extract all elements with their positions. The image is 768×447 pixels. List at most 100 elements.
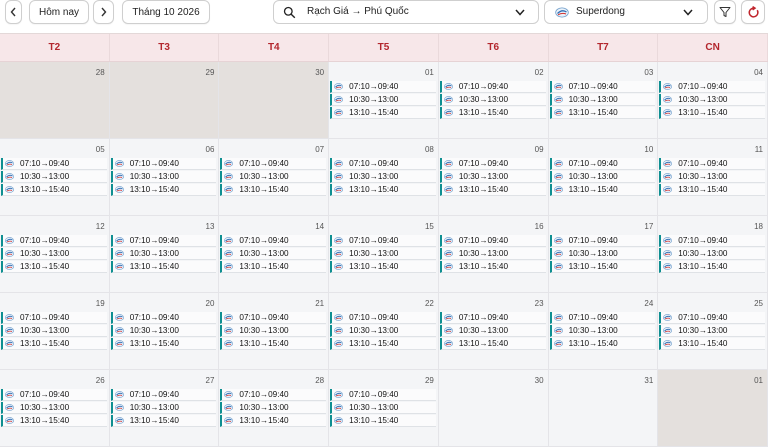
trip-item[interactable]: 10:30→13:00 <box>549 171 656 183</box>
trip-item[interactable]: 13:10→15:40 <box>110 184 217 196</box>
trip-item[interactable]: 13:10→15:40 <box>220 184 327 196</box>
trip-item[interactable]: 10:30→13:00 <box>439 325 546 337</box>
trip-item[interactable]: 07:10→09:40 <box>110 235 217 247</box>
day-cell[interactable]: 20 07:10→09:40 10:30→13:00 13:10→15:40 <box>109 293 220 370</box>
trip-item[interactable]: 07:10→09:40 <box>110 312 217 324</box>
trip-item[interactable]: 07:10→09:40 <box>659 235 765 247</box>
day-cell[interactable]: 11 07:10→09:40 10:30→13:00 13:10→15:40 <box>658 139 768 216</box>
trip-item[interactable]: 07:10→09:40 <box>1 158 107 170</box>
trip-item[interactable]: 10:30→13:00 <box>330 94 436 106</box>
day-cell[interactable]: 16 07:10→09:40 10:30→13:00 13:10→15:40 <box>438 216 549 293</box>
trip-item[interactable]: 10:30→13:00 <box>330 325 436 337</box>
day-cell[interactable]: 07 07:10→09:40 10:30→13:00 13:10→15:40 <box>219 139 330 216</box>
trip-item[interactable]: 10:30→13:00 <box>549 248 656 260</box>
trip-item[interactable]: 07:10→09:40 <box>439 81 546 93</box>
trip-item[interactable]: 07:10→09:40 <box>549 235 656 247</box>
day-cell[interactable]: 08 07:10→09:40 10:30→13:00 13:10→15:40 <box>329 139 439 216</box>
trip-item[interactable]: 13:10→15:40 <box>659 184 765 196</box>
operator-select[interactable]: Superdong <box>544 0 708 24</box>
trip-item[interactable]: 10:30→13:00 <box>549 325 656 337</box>
trip-item[interactable]: 13:10→15:40 <box>1 184 107 196</box>
filter-button[interactable] <box>714 0 736 24</box>
trip-item[interactable]: 13:10→15:40 <box>330 107 436 119</box>
trip-item[interactable]: 13:10→15:40 <box>439 184 546 196</box>
trip-item[interactable]: 07:10→09:40 <box>110 389 217 401</box>
day-cell[interactable]: 06 07:10→09:40 10:30→13:00 13:10→15:40 <box>109 139 220 216</box>
month-picker-button[interactable]: Tháng 10 2026 <box>122 0 210 24</box>
trip-item[interactable]: 13:10→15:40 <box>330 261 436 273</box>
trip-item[interactable]: 13:10→15:40 <box>330 184 436 196</box>
trip-item[interactable]: 07:10→09:40 <box>220 235 327 247</box>
trip-item[interactable]: 07:10→09:40 <box>659 312 765 324</box>
day-cell[interactable]: 25 07:10→09:40 10:30→13:00 13:10→15:40 <box>658 293 768 370</box>
day-cell[interactable]: 03 07:10→09:40 10:30→13:00 13:10→15:40 <box>548 62 659 139</box>
trip-item[interactable]: 13:10→15:40 <box>110 338 217 350</box>
trip-item[interactable]: 10:30→13:00 <box>659 325 765 337</box>
day-cell[interactable]: 31 <box>548 370 659 447</box>
trip-item[interactable]: 13:10→15:40 <box>439 261 546 273</box>
trip-item[interactable]: 10:30→13:00 <box>1 248 107 260</box>
trip-item[interactable]: 10:30→13:00 <box>110 248 217 260</box>
trip-item[interactable]: 13:10→15:40 <box>549 261 656 273</box>
trip-item[interactable]: 13:10→15:40 <box>659 338 765 350</box>
today-button[interactable]: Hôm nay <box>29 0 89 24</box>
trip-item[interactable]: 13:10→15:40 <box>439 338 546 350</box>
trip-item[interactable]: 10:30→13:00 <box>439 248 546 260</box>
trip-item[interactable]: 07:10→09:40 <box>549 81 656 93</box>
trip-item[interactable]: 13:10→15:40 <box>1 338 107 350</box>
day-cell[interactable]: 12 07:10→09:40 10:30→13:00 13:10→15:40 <box>0 216 110 293</box>
day-cell[interactable]: 02 07:10→09:40 10:30→13:00 13:10→15:40 <box>438 62 549 139</box>
trip-item[interactable]: 07:10→09:40 <box>330 81 436 93</box>
trip-item[interactable]: 10:30→13:00 <box>330 402 436 414</box>
trip-item[interactable]: 13:10→15:40 <box>220 261 327 273</box>
trip-item[interactable]: 07:10→09:40 <box>439 312 546 324</box>
trip-item[interactable]: 07:10→09:40 <box>659 81 765 93</box>
trip-item[interactable]: 10:30→13:00 <box>220 402 327 414</box>
day-cell[interactable]: 01 <box>658 370 768 447</box>
day-cell[interactable]: 28 <box>0 62 110 139</box>
trip-item[interactable]: 10:30→13:00 <box>220 171 327 183</box>
day-cell[interactable]: 05 07:10→09:40 10:30→13:00 13:10→15:40 <box>0 139 110 216</box>
trip-item[interactable]: 10:30→13:00 <box>110 325 217 337</box>
next-month-button[interactable] <box>93 0 114 24</box>
trip-item[interactable]: 07:10→09:40 <box>659 158 765 170</box>
trip-item[interactable]: 10:30→13:00 <box>439 171 546 183</box>
trip-item[interactable]: 13:10→15:40 <box>1 261 107 273</box>
trip-item[interactable]: 10:30→13:00 <box>659 171 765 183</box>
trip-item[interactable]: 13:10→15:40 <box>549 184 656 196</box>
day-cell[interactable]: 13 07:10→09:40 10:30→13:00 13:10→15:40 <box>109 216 220 293</box>
day-cell[interactable]: 01 07:10→09:40 10:30→13:00 13:10→15:40 <box>329 62 439 139</box>
trip-item[interactable]: 07:10→09:40 <box>330 312 436 324</box>
trip-item[interactable]: 10:30→13:00 <box>220 325 327 337</box>
day-cell[interactable]: 18 07:10→09:40 10:30→13:00 13:10→15:40 <box>658 216 768 293</box>
trip-item[interactable]: 10:30→13:00 <box>659 94 765 106</box>
refresh-button[interactable] <box>741 0 765 24</box>
trip-item[interactable]: 13:10→15:40 <box>659 261 765 273</box>
day-cell[interactable]: 19 07:10→09:40 10:30→13:00 13:10→15:40 <box>0 293 110 370</box>
trip-item[interactable]: 10:30→13:00 <box>549 94 656 106</box>
trip-item[interactable]: 07:10→09:40 <box>330 235 436 247</box>
trip-item[interactable]: 13:10→15:40 <box>220 338 327 350</box>
trip-item[interactable]: 10:30→13:00 <box>1 402 107 414</box>
trip-item[interactable]: 07:10→09:40 <box>549 312 656 324</box>
trip-item[interactable]: 13:10→15:40 <box>1 415 107 427</box>
trip-item[interactable]: 13:10→15:40 <box>549 107 656 119</box>
trip-item[interactable]: 07:10→09:40 <box>1 235 107 247</box>
day-cell[interactable]: 22 07:10→09:40 10:30→13:00 13:10→15:40 <box>329 293 439 370</box>
day-cell[interactable]: 15 07:10→09:40 10:30→13:00 13:10→15:40 <box>329 216 439 293</box>
day-cell[interactable]: 10 07:10→09:40 10:30→13:00 13:10→15:40 <box>548 139 659 216</box>
day-cell[interactable]: 30 <box>219 62 330 139</box>
trip-item[interactable]: 10:30→13:00 <box>659 248 765 260</box>
trip-item[interactable]: 07:10→09:40 <box>330 389 436 401</box>
trip-item[interactable]: 07:10→09:40 <box>1 389 107 401</box>
trip-item[interactable]: 13:10→15:40 <box>549 338 656 350</box>
day-cell[interactable]: 04 07:10→09:40 10:30→13:00 13:10→15:40 <box>658 62 768 139</box>
trip-item[interactable]: 07:10→09:40 <box>220 312 327 324</box>
trip-item[interactable]: 13:10→15:40 <box>330 415 436 427</box>
trip-item[interactable]: 10:30→13:00 <box>1 325 107 337</box>
trip-item[interactable]: 07:10→09:40 <box>330 158 436 170</box>
day-cell[interactable]: 30 <box>438 370 549 447</box>
trip-item[interactable]: 07:10→09:40 <box>439 158 546 170</box>
trip-item[interactable]: 13:10→15:40 <box>220 415 327 427</box>
trip-item[interactable]: 07:10→09:40 <box>220 158 327 170</box>
